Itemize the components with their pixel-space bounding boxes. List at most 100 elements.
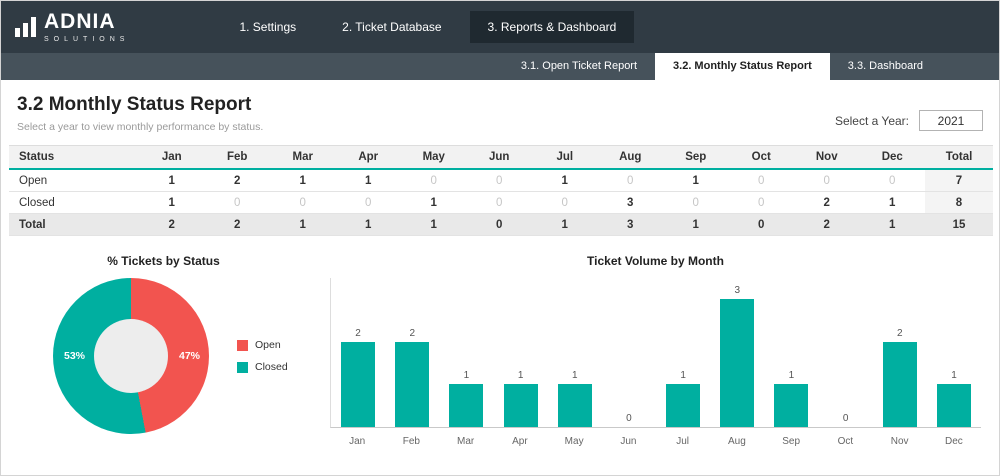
column-header-jul: Jul: [532, 146, 598, 170]
x-label-jun: Jun: [601, 428, 655, 447]
bar-value-label: 0: [626, 413, 632, 424]
bar-column-sep: 1: [764, 278, 818, 427]
bar-column-jun: 0: [602, 278, 656, 427]
column-header-may: May: [401, 146, 467, 170]
legend-item-closed: Closed: [237, 361, 288, 373]
nav-item-2-ticket-database[interactable]: 2. Ticket Database: [324, 11, 459, 43]
cell-value: 2: [205, 169, 271, 192]
x-label-apr: Apr: [493, 428, 547, 447]
table-row-closed: Closed1000100300218: [9, 192, 993, 214]
cell-value: 2: [139, 214, 205, 236]
bar-value-label: 3: [735, 285, 741, 296]
app-window: ADNIA SOLUTIONS 1. Settings 2. Ticket Dat…: [0, 0, 1000, 476]
bar[interactable]: [774, 384, 808, 427]
cell-value: 1: [401, 214, 467, 236]
bar-chart-block: Ticket Volume by Month 221110131021 JanF…: [316, 248, 989, 447]
cell-value: 2: [794, 214, 860, 236]
cell-value: 1: [663, 214, 729, 236]
bar[interactable]: [883, 342, 917, 427]
column-header-status: Status: [9, 146, 139, 170]
column-header-feb: Feb: [205, 146, 271, 170]
subnav-item-3-3-dashboard[interactable]: 3.3. Dashboard: [830, 53, 941, 80]
bar-column-oct: 0: [819, 278, 873, 427]
bar-column-nov: 2: [873, 278, 927, 427]
cell-value: 1: [270, 214, 336, 236]
table-header-row: StatusJanFebMarAprMayJunJulAugSepOctNovD…: [9, 146, 993, 170]
x-label-jan: Jan: [330, 428, 384, 447]
column-header-dec: Dec: [860, 146, 926, 170]
subnav-item-3-1-open-ticket-report[interactable]: 3.1. Open Ticket Report: [503, 53, 655, 80]
bar[interactable]: [449, 384, 483, 427]
cell-value: 1: [401, 192, 467, 214]
cell-value: 2: [794, 192, 860, 214]
legend-swatch-open: [237, 340, 248, 351]
cell-value: 0: [729, 169, 795, 192]
cell-total: 7: [925, 169, 993, 192]
cell-value: 1: [532, 214, 598, 236]
bar[interactable]: [720, 299, 754, 427]
title-block: 3.2 Monthly Status Report Select a year …: [17, 94, 263, 133]
cell-value: 1: [532, 169, 598, 192]
bar-chart: 221110131021: [330, 278, 981, 428]
bar[interactable]: [558, 384, 592, 427]
cell-value: 0: [663, 192, 729, 214]
cell-value: 0: [467, 192, 533, 214]
status-table-head: StatusJanFebMarAprMayJunJulAugSepOctNovD…: [9, 146, 993, 170]
table-row-open: Open1211001010007: [9, 169, 993, 192]
bar-column-apr: 1: [494, 278, 548, 427]
nav-item-3-reports-dashboard[interactable]: 3. Reports & Dashboard: [470, 11, 635, 43]
bar[interactable]: [937, 384, 971, 427]
chart-legend: Open Closed: [237, 339, 288, 373]
cell-value: 0: [794, 169, 860, 192]
year-label: Select a Year:: [835, 114, 909, 128]
nav-item-1-settings[interactable]: 1. Settings: [221, 11, 314, 43]
year-input[interactable]: [919, 110, 983, 131]
donut-block: % Tickets by Status 53% 47% Open Closed: [11, 248, 316, 447]
bar[interactable]: [341, 342, 375, 427]
subnav-bar: 3.1. Open Ticket Report3.2. Monthly Stat…: [1, 53, 999, 80]
legend-swatch-closed: [237, 362, 248, 373]
brand-name: ADNIA: [44, 11, 129, 32]
cell-value: 0: [467, 214, 533, 236]
bar[interactable]: [504, 384, 538, 427]
bar-column-aug: 3: [710, 278, 764, 427]
page-subtitle: Select a year to view monthly performanc…: [17, 121, 263, 133]
bar-chart-logo-icon: [15, 17, 36, 37]
bar-value-label: 2: [897, 328, 903, 339]
table-row-total: Total22111013102115: [9, 214, 993, 236]
year-selector: Select a Year:: [835, 108, 983, 133]
column-header-sep: Sep: [663, 146, 729, 170]
column-header-total: Total: [925, 146, 993, 170]
x-label-mar: Mar: [439, 428, 493, 447]
row-label: Open: [9, 169, 139, 192]
donut-title: % Tickets by Status: [11, 254, 316, 268]
subnav: 3.1. Open Ticket Report3.2. Monthly Stat…: [503, 53, 941, 80]
bar-chart-x-labels: JanFebMarAprMayJunJulAugSepOctNovDec: [330, 428, 981, 447]
bar-column-dec: 1: [927, 278, 981, 427]
donut-chart: 53% 47%: [53, 278, 209, 434]
cell-value: 1: [270, 169, 336, 192]
column-header-mar: Mar: [270, 146, 336, 170]
column-header-jun: Jun: [467, 146, 533, 170]
cell-value: 0: [270, 192, 336, 214]
cell-value: 0: [729, 192, 795, 214]
cell-value: 1: [860, 214, 926, 236]
bar-column-may: 1: [548, 278, 602, 427]
bar[interactable]: [395, 342, 429, 427]
donut-label-open: 47%: [179, 350, 200, 362]
cell-value: 0: [467, 169, 533, 192]
subnav-item-3-2-monthly-status-report[interactable]: 3.2. Monthly Status Report: [655, 53, 830, 80]
column-header-apr: Apr: [336, 146, 402, 170]
x-label-aug: Aug: [710, 428, 764, 447]
cell-total: 15: [925, 214, 993, 236]
cell-value: 0: [532, 192, 598, 214]
bar[interactable]: [666, 384, 700, 427]
bar-value-label: 1: [464, 370, 470, 381]
cell-value: 1: [336, 169, 402, 192]
main-nav: 1. Settings 2. Ticket Database 3. Reports …: [221, 11, 634, 43]
cell-value: 1: [139, 192, 205, 214]
donut-hole: [94, 319, 168, 393]
legend-label: Closed: [255, 361, 288, 373]
brand-text: ADNIA SOLUTIONS: [44, 11, 129, 43]
legend-label: Open: [255, 339, 281, 351]
